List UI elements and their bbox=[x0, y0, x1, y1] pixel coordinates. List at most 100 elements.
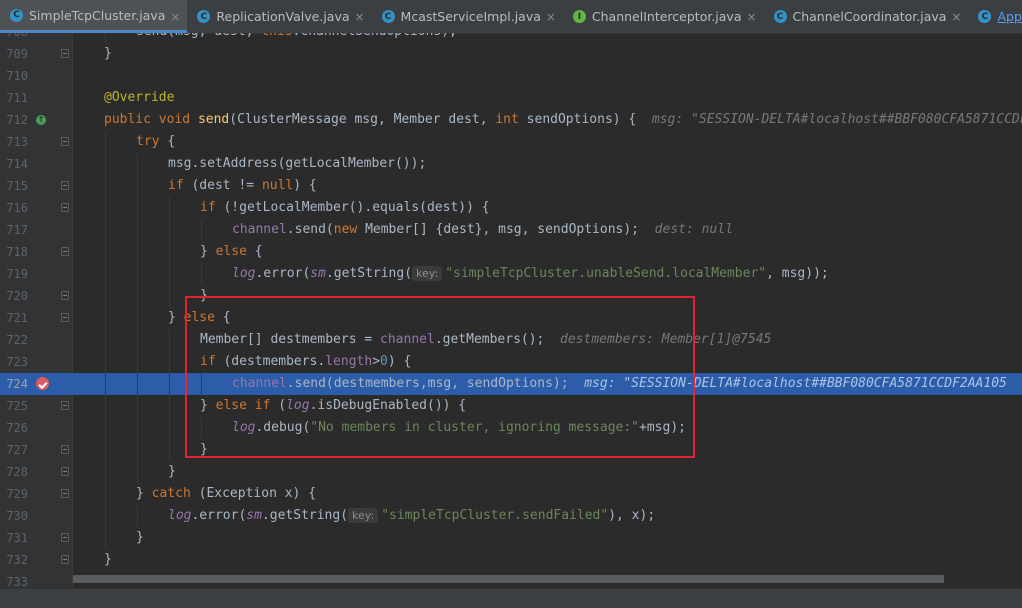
code-token: , msg)); bbox=[766, 266, 829, 281]
line-number[interactable]: 712 bbox=[0, 109, 28, 131]
code-token: log bbox=[168, 508, 192, 523]
line-number[interactable]: 729 bbox=[0, 483, 28, 505]
line-number[interactable]: 719 bbox=[0, 263, 28, 285]
fold-marker-icon[interactable] bbox=[61, 445, 69, 454]
tab-channelcoordinator[interactable]: C ChannelCoordinator.java × bbox=[764, 0, 969, 33]
code-line[interactable]: 714 msg.setAddress(getLocalMember()); bbox=[0, 153, 1022, 175]
close-tab-icon[interactable]: × bbox=[170, 10, 180, 24]
code-text: } bbox=[136, 527, 144, 549]
tab-replicationvalve[interactable]: C ReplicationValve.java × bbox=[187, 0, 371, 33]
code-token: } bbox=[104, 552, 112, 567]
line-number[interactable]: 718 bbox=[0, 241, 28, 263]
line-number[interactable]: 733 bbox=[0, 571, 28, 588]
code-line[interactable]: 719 log.error(sm.getString(key: "simpleTcp… bbox=[0, 263, 1022, 285]
indent-guide bbox=[105, 285, 106, 307]
code-line[interactable]: 722 Member[] destmembers = channel.getMem… bbox=[0, 329, 1022, 351]
code-line[interactable]: 711 @Override bbox=[0, 87, 1022, 109]
line-number[interactable]: 717 bbox=[0, 219, 28, 241]
line-number[interactable]: 721 bbox=[0, 307, 28, 329]
fold-marker-icon[interactable] bbox=[61, 291, 69, 300]
code-token: msg.setAddress(getLocalMember()); bbox=[168, 156, 427, 171]
line-number[interactable]: 720 bbox=[0, 285, 28, 307]
code-token: .getMembers(); bbox=[434, 332, 561, 347]
line-number[interactable]: 726 bbox=[0, 417, 28, 439]
fold-marker-icon[interactable] bbox=[61, 247, 69, 256]
line-number[interactable]: 732 bbox=[0, 549, 28, 571]
indent-guide bbox=[137, 307, 138, 329]
line-number[interactable]: 708 bbox=[0, 33, 28, 43]
line-number[interactable]: 724 bbox=[0, 373, 28, 395]
line-number[interactable]: 711 bbox=[0, 87, 28, 109]
line-number[interactable]: 709 bbox=[0, 43, 28, 65]
line-number[interactable]: 725 bbox=[0, 395, 28, 417]
fold-marker-icon[interactable] bbox=[61, 467, 69, 476]
code-line[interactable]: 720} bbox=[0, 285, 1022, 307]
fold-marker-icon[interactable] bbox=[61, 555, 69, 564]
tab-application[interactable]: C Application.java bbox=[968, 0, 1022, 33]
tab-channelinterceptor[interactable]: I ChannelInterceptor.java × bbox=[563, 0, 764, 33]
close-tab-icon[interactable]: × bbox=[746, 10, 756, 24]
code-line[interactable]: 726 log.debug("No members in cluster, ign… bbox=[0, 417, 1022, 439]
code-token: int bbox=[495, 112, 527, 127]
breakpoint-icon[interactable] bbox=[36, 377, 49, 390]
code-text: } else if (log.isDebugEnabled()) { bbox=[200, 395, 466, 417]
code-line[interactable]: 708 send(msg, dest, this.channelSendOptio… bbox=[0, 33, 1022, 43]
line-number[interactable]: 715 bbox=[0, 175, 28, 197]
code-line[interactable]: 727} bbox=[0, 439, 1022, 461]
tab-simpletcpcluster[interactable]: C SimpleTcpCluster.java × bbox=[0, 0, 188, 33]
code-line[interactable]: 730 log.error(sm.getString(key: "simpleTcp… bbox=[0, 505, 1022, 527]
code-line[interactable]: 725 } else if (log.isDebugEnabled()) { bbox=[0, 395, 1022, 417]
code-line[interactable]: 709} bbox=[0, 43, 1022, 65]
line-number[interactable]: 722 bbox=[0, 329, 28, 351]
interface-icon: I bbox=[572, 10, 586, 23]
fold-marker-icon[interactable] bbox=[61, 401, 69, 410]
code-line[interactable]: 716 if (!getLocalMember().equals(dest)) { bbox=[0, 197, 1022, 219]
fold-marker-icon[interactable] bbox=[61, 533, 69, 542]
code-token: } bbox=[200, 244, 216, 259]
line-number[interactable]: 713 bbox=[0, 131, 28, 153]
code-editor[interactable]: 708 send(msg, dest, this.channelSendOptio… bbox=[0, 33, 1022, 588]
implements-method-icon[interactable]: ↑ bbox=[36, 115, 46, 125]
tab-mcastserviceimpl[interactable]: C McastServiceImpl.java × bbox=[372, 0, 563, 33]
line-number[interactable]: 710 bbox=[0, 65, 28, 87]
code-line[interactable]: 732} bbox=[0, 549, 1022, 571]
line-number[interactable]: 727 bbox=[0, 439, 28, 461]
indent-guide bbox=[137, 285, 138, 307]
code-line[interactable]: 729} catch (Exception x) { bbox=[0, 483, 1022, 505]
code-line[interactable]: 712 ↑ public void send(ClusterMessage msg,… bbox=[0, 109, 1022, 131]
line-number[interactable]: 716 bbox=[0, 197, 28, 219]
line-number[interactable]: 731 bbox=[0, 527, 28, 549]
code-line[interactable]: 718} else { bbox=[0, 241, 1022, 263]
code-token: log bbox=[232, 266, 256, 281]
code-line[interactable]: 710 bbox=[0, 65, 1022, 87]
code-line[interactable]: 717 channel.send(new Member[] {dest}, msg… bbox=[0, 219, 1022, 241]
indent-guide bbox=[169, 285, 170, 307]
close-tab-icon[interactable]: × bbox=[951, 10, 961, 24]
close-tab-icon[interactable]: × bbox=[546, 10, 556, 24]
code-token: } bbox=[168, 310, 184, 325]
fold-marker-icon[interactable] bbox=[61, 489, 69, 498]
line-number[interactable]: 730 bbox=[0, 505, 28, 527]
tab-label: ChannelInterceptor.java bbox=[591, 9, 742, 24]
code-line[interactable]: 721} else { bbox=[0, 307, 1022, 329]
indent-guide bbox=[105, 439, 106, 461]
fold-marker-icon[interactable] bbox=[61, 203, 69, 212]
indent-guide bbox=[201, 417, 202, 439]
close-tab-icon[interactable]: × bbox=[354, 10, 364, 24]
code-line[interactable]: 728} bbox=[0, 461, 1022, 483]
fold-marker-icon[interactable] bbox=[61, 49, 69, 58]
debug-inline-value: dest: null bbox=[654, 222, 733, 237]
code-line[interactable]: 715 if (dest != null) { bbox=[0, 175, 1022, 197]
code-line[interactable]: 724 channel.send(destmembers,msg, sendOpt… bbox=[0, 373, 1022, 395]
line-number[interactable]: 728 bbox=[0, 461, 28, 483]
code-line[interactable]: 723 if (destmembers.length>0) { bbox=[0, 351, 1022, 373]
fold-marker-icon[interactable] bbox=[61, 313, 69, 322]
line-number[interactable]: 714 bbox=[0, 153, 28, 175]
code-line[interactable]: 713 try { bbox=[0, 131, 1022, 153]
horizontal-scrollbar-thumb[interactable] bbox=[73, 575, 944, 583]
line-number[interactable]: 723 bbox=[0, 351, 28, 373]
fold-marker-icon[interactable] bbox=[61, 181, 69, 190]
code-text: try { bbox=[136, 131, 175, 153]
code-line[interactable]: 731} bbox=[0, 527, 1022, 549]
fold-marker-icon[interactable] bbox=[61, 137, 69, 146]
